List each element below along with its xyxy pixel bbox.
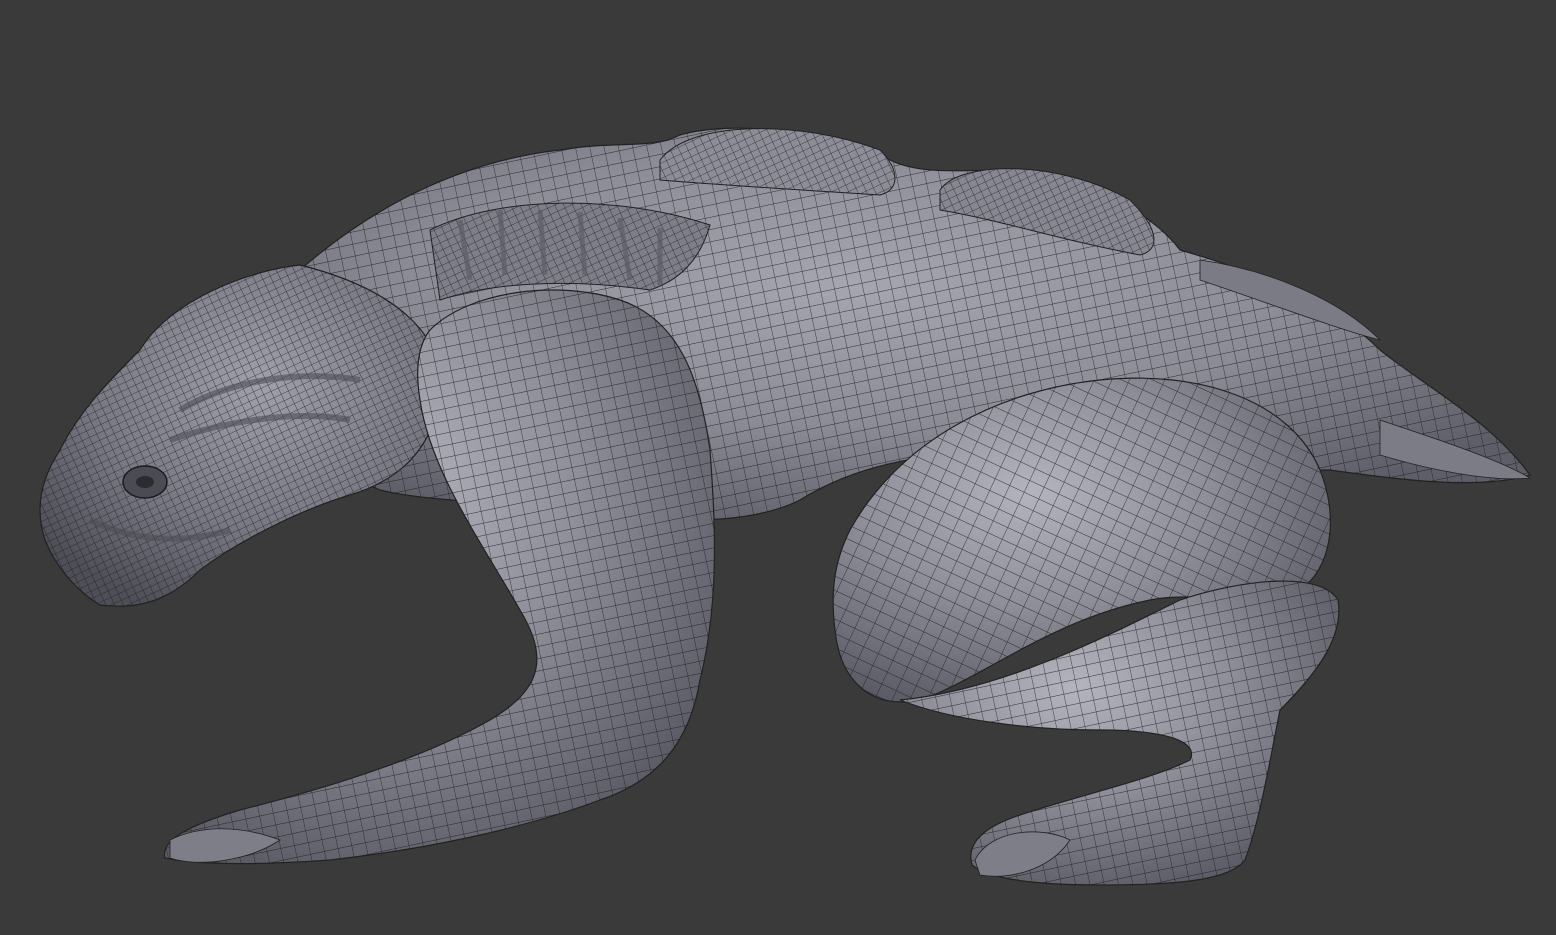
viewport-canvas[interactable] — [0, 0, 1556, 935]
eye — [136, 476, 154, 488]
creature-head[interactable] — [39, 264, 442, 607]
3d-viewport[interactable] — [0, 0, 1556, 935]
